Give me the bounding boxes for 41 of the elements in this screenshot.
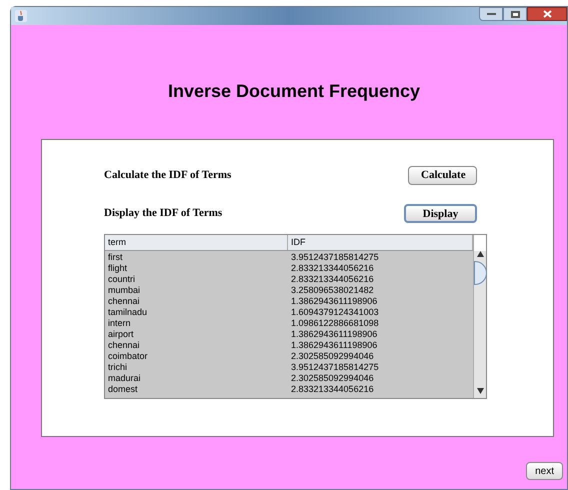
table-cell-text: first	[107, 252, 124, 263]
close-button[interactable]	[527, 7, 567, 21]
table-cell-text: airport	[107, 329, 135, 340]
minimize-button[interactable]	[479, 7, 503, 21]
scroll-down-icon[interactable]	[476, 388, 484, 394]
table-cell-text: intern	[107, 318, 132, 329]
table-cell-text: 2.302585092994046	[290, 373, 375, 384]
action-button[interactable]: Display	[404, 204, 477, 223]
maximize-button[interactable]	[503, 7, 527, 21]
table-cell-text: chennai	[107, 296, 141, 307]
action-button[interactable]: Calculate	[408, 166, 477, 185]
scroll-thumb[interactable]	[474, 261, 486, 285]
table-cell-text: 1.3862943611198906	[290, 296, 378, 307]
table-cell-text: 2.833213344056216	[290, 384, 375, 395]
table-cell-text: 1.3862943611198906	[290, 329, 378, 340]
table-cell-text: 1.6094379124341003	[290, 307, 380, 318]
table-cell-text: 2.833213344056216	[290, 274, 375, 285]
column-header[interactable]: term	[105, 235, 288, 250]
table-cell-text: 3.9512437185814275	[290, 362, 380, 373]
table-cell-text: mumbai	[107, 285, 142, 296]
java-cup-icon	[15, 10, 27, 22]
scrollbar[interactable]	[473, 235, 486, 398]
next-button[interactable]: next	[526, 462, 563, 480]
table-cell-text: 2.302585092994046	[290, 351, 375, 362]
table-cell-text: 3.258096538021482	[290, 285, 375, 296]
table-cell-text: madurai	[107, 373, 142, 384]
table-cell-text: 3.9512437185814275	[290, 252, 380, 263]
action-label: Calculate the IDF of Terms	[104, 168, 232, 184]
table-cell-text: countri	[107, 274, 136, 285]
table-cell-text: trichi	[107, 362, 128, 373]
action-label: Display the IDF of Terms	[104, 206, 222, 222]
table-cell-text: 2.833213344056216	[290, 263, 375, 274]
table-cell-text: 1.3862943611198906	[290, 340, 378, 351]
table-cell-text: tamilnadu	[107, 307, 148, 318]
table-cell-text: chennai	[107, 340, 141, 351]
table-cell-text: coimbator	[107, 351, 149, 362]
table-cell-text: 1.0986122886681098	[290, 318, 380, 329]
table-cell-text: flight	[107, 263, 128, 274]
page-heading: Inverse Document Frequency	[168, 80, 420, 103]
table-cell-text: domest	[107, 384, 139, 395]
close-icon	[542, 10, 552, 18]
